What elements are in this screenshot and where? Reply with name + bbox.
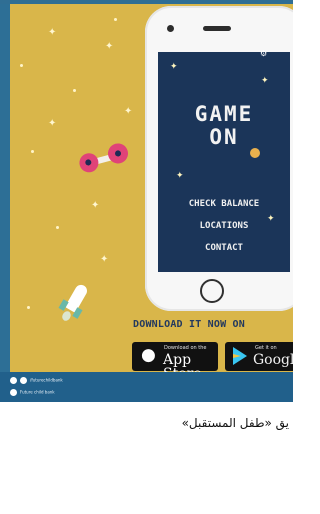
- google-play-large-label: Googl: [253, 352, 293, 368]
- rocket-illustration: [52, 279, 96, 328]
- phone-screen: ✦ ✦ ✦ ✦ GAME ON CHECK BALANCE LOCATIONS …: [158, 52, 290, 272]
- app-store-large-label: App Store: [163, 352, 202, 372]
- planet-icon: [250, 148, 260, 158]
- game-title-line1: GAME: [194, 102, 254, 126]
- star-icon: ✦: [48, 27, 57, 38]
- star-icon: ✦: [100, 254, 109, 265]
- social-handle-line[interactable]: /futurechildbank: [10, 377, 63, 384]
- app-store-small-label: Download on the: [164, 345, 207, 351]
- social-icon: [20, 377, 27, 384]
- poster-left-border: [0, 0, 10, 372]
- google-play-small-label: Get it on: [255, 345, 277, 351]
- play-store-icon: [233, 347, 247, 365]
- star-icon: ✦: [170, 62, 178, 72]
- spaceship-illustration: [76, 139, 133, 180]
- app-promo-poster: ✦ ✦ ✦ ✦ ✦ ✦ ✦ ✦ ✦ ✦ GAME ON CHECK BALANC…: [0, 0, 293, 372]
- dot: [56, 226, 59, 229]
- camera-icon: [167, 25, 174, 32]
- dot: [20, 64, 23, 67]
- social-links-strip: /futurechildbank Future child bank: [0, 372, 293, 402]
- social-name-text: Future child bank: [20, 389, 55, 395]
- menu-item-check-balance[interactable]: CHECK BALANCE: [158, 199, 290, 209]
- poster-top-border: [0, 0, 293, 4]
- home-button[interactable]: [200, 279, 224, 303]
- dot: [73, 89, 76, 92]
- star-icon: ✦: [91, 200, 100, 211]
- star-icon: ✦: [105, 41, 114, 52]
- dot: [27, 306, 30, 309]
- apple-icon: ●: [141, 345, 156, 365]
- star-icon: ✦: [124, 106, 133, 117]
- google-play-button[interactable]: Get it on Googl: [225, 342, 293, 371]
- dot: [31, 150, 34, 153]
- social-name-line[interactable]: Future child bank: [10, 389, 55, 396]
- app-store-button[interactable]: ● Download on the App Store: [132, 342, 218, 372]
- article-caption: يق «طفل المستقبل»: [181, 416, 289, 430]
- game-title-line2: ON: [209, 125, 239, 149]
- star-icon: ✦: [176, 171, 184, 181]
- phone-mockup: ✦ ✦ ✦ ✦ GAME ON CHECK BALANCE LOCATIONS …: [145, 6, 293, 311]
- gear-icon: ⚙: [260, 49, 268, 58]
- speaker-grille: [203, 26, 231, 31]
- star-icon: ✦: [48, 118, 57, 129]
- download-callout: DOWNLOAD IT NOW ON: [133, 319, 245, 330]
- social-handle-text: /futurechildbank: [30, 377, 63, 383]
- social-icon: [10, 389, 17, 396]
- menu-item-contact[interactable]: CONTACT: [158, 243, 290, 253]
- menu-item-locations[interactable]: LOCATIONS: [158, 221, 290, 231]
- dot: [114, 18, 117, 21]
- star-icon: ✦: [261, 76, 269, 86]
- social-icon: [10, 377, 17, 384]
